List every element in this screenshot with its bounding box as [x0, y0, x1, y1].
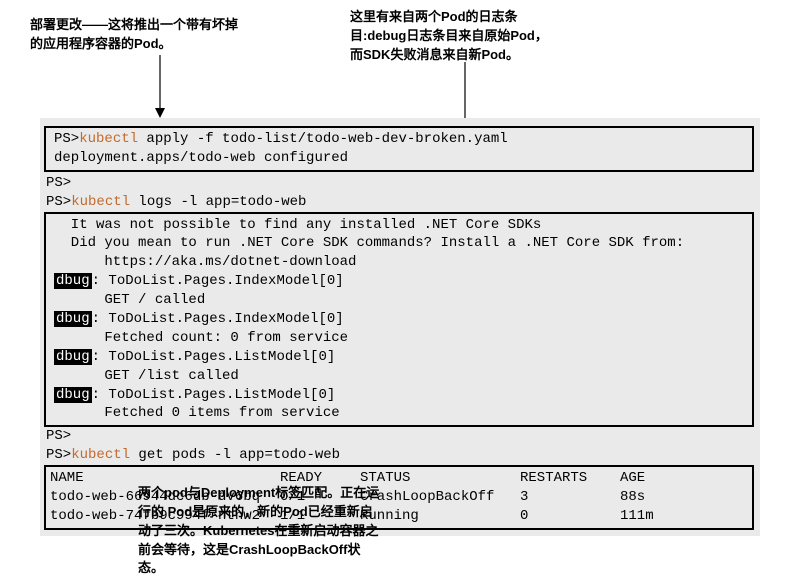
log-line: GET / called — [48, 291, 750, 310]
cmd-kubectl: kubectl — [71, 447, 130, 463]
log-line: https://aka.ms/dotnet-download — [48, 253, 750, 272]
dbug-tag: dbug — [54, 311, 92, 327]
log-line: dbug: ToDoList.Pages.IndexModel[0] — [48, 310, 750, 329]
log-line: dbug: ToDoList.Pages.ListModel[0] — [48, 386, 750, 405]
cmd-args: apply -f todo-list/todo-web-dev-broken.y… — [138, 131, 508, 147]
annotation-text: 部署更改——这将推出一个带有坏掉 的应用程序容器的Pod。 — [30, 17, 238, 51]
log-line: Fetched count: 0 from service — [48, 329, 750, 348]
terminal-block-apply: PS>kubectl apply -f todo-list/todo-web-d… — [44, 126, 754, 172]
annotation-top-left: 部署更改——这将推出一个带有坏掉 的应用程序容器的Pod。 — [30, 16, 300, 54]
cmd-args: get pods -l app=todo-web — [130, 447, 340, 463]
terminal-line: PS>kubectl apply -f todo-list/todo-web-d… — [48, 130, 750, 149]
terminal-blank-prompt: PS> — [40, 427, 760, 446]
log-line: Did you mean to run .NET Core SDK comman… — [48, 234, 750, 253]
terminal-block-logs: It was not possible to find any installe… — [44, 212, 754, 428]
prompt: PS> — [46, 194, 71, 210]
log-line: dbug: ToDoList.Pages.IndexModel[0] — [48, 272, 750, 291]
annotation-bottom: 两个pod与Deployment标签匹配。正在运 行的 Pod是原来的，新的Po… — [138, 484, 448, 578]
cmd-args: logs -l app=todo-web — [130, 194, 306, 210]
prompt: PS> — [54, 131, 79, 147]
terminal-area: PS>kubectl apply -f todo-list/todo-web-d… — [40, 118, 760, 536]
cell-age: 111m — [620, 507, 690, 526]
terminal-blank-prompt: PS> — [40, 174, 760, 193]
cell-restarts: 0 — [520, 507, 620, 526]
terminal-output: deployment.apps/todo-web configured — [48, 149, 750, 168]
annotation-text: 两个pod与Deployment标签匹配。正在运 行的 Pod是原来的，新的Po… — [138, 485, 379, 575]
arrow-top-left — [150, 55, 170, 125]
log-rest: : ToDoList.Pages.ListModel[0] — [92, 387, 336, 403]
prompt: PS> — [46, 447, 71, 463]
annotation-text: 这里有来自两个Pod的日志条 目:debug日志条目来自原始Pod， 而SDK失… — [350, 9, 548, 62]
col-head-restarts: RESTARTS — [520, 469, 620, 488]
terminal-line: PS>kubectl get pods -l app=todo-web — [40, 446, 760, 465]
log-rest: : ToDoList.Pages.ListModel[0] — [92, 349, 336, 365]
cell-age: 88s — [620, 488, 690, 507]
annotation-top-right: 这里有来自两个Pod的日志条 目:debug日志条目来自原始Pod， 而SDK失… — [350, 8, 640, 65]
log-line: Fetched 0 items from service — [48, 404, 750, 423]
col-head-age: AGE — [620, 469, 690, 488]
dbug-tag: dbug — [54, 273, 92, 289]
log-rest: : ToDoList.Pages.IndexModel[0] — [92, 273, 344, 289]
dbug-tag: dbug — [54, 349, 92, 365]
log-line: It was not possible to find any installe… — [48, 216, 750, 235]
terminal-line: PS>kubectl logs -l app=todo-web — [40, 193, 760, 212]
dbug-tag: dbug — [54, 387, 92, 403]
cmd-kubectl: kubectl — [71, 194, 130, 210]
cell-restarts: 3 — [520, 488, 620, 507]
log-line: GET /list called — [48, 367, 750, 386]
cmd-kubectl: kubectl — [79, 131, 138, 147]
log-line: dbug: ToDoList.Pages.ListModel[0] — [48, 348, 750, 367]
log-rest: : ToDoList.Pages.IndexModel[0] — [92, 311, 344, 327]
